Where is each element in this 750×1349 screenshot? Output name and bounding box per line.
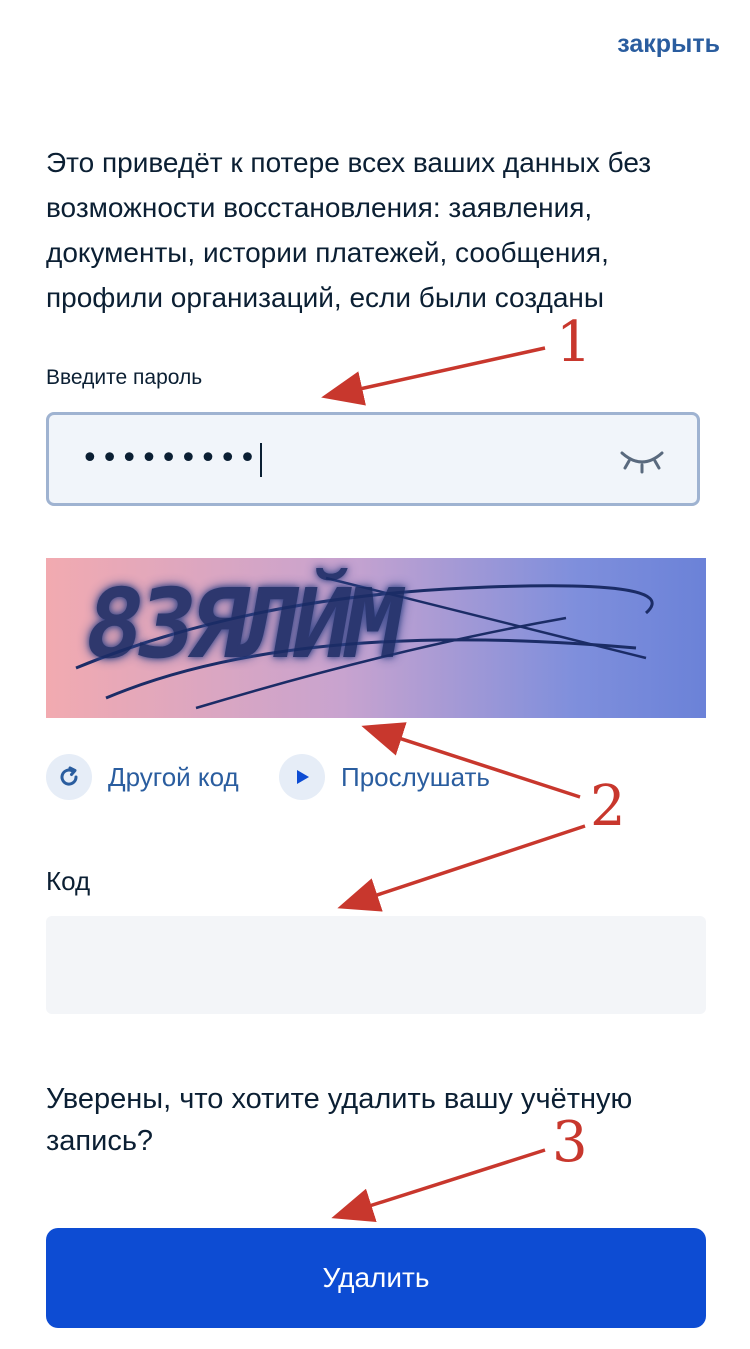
delete-account-button[interactable]: Удалить bbox=[46, 1228, 706, 1328]
password-field[interactable]: ••••••••• bbox=[46, 412, 700, 506]
close-link[interactable]: закрыть bbox=[617, 30, 720, 59]
eye-closed-icon[interactable] bbox=[619, 445, 665, 475]
refresh-captcha-button[interactable]: Другой код bbox=[46, 753, 239, 801]
annotation-number-1: 1 bbox=[556, 310, 592, 375]
warning-text: Это приведёт к потере всех ваших данных … bbox=[46, 147, 652, 313]
play-icon bbox=[279, 754, 325, 800]
refresh-icon bbox=[46, 754, 92, 800]
password-value: ••••••••• bbox=[81, 441, 263, 477]
captcha-text: 8ЗЯЛЙМ bbox=[76, 568, 407, 680]
code-input[interactable] bbox=[46, 916, 706, 1014]
listen-captcha-button[interactable]: Прослушать bbox=[279, 753, 490, 801]
confirm-question: Уверены, что хотите удалить вашу учётную… bbox=[46, 1083, 633, 1157]
listen-captcha-label: Прослушать bbox=[341, 761, 490, 792]
text-caret bbox=[260, 442, 263, 477]
annotation-number-3: 3 bbox=[552, 1110, 588, 1175]
code-label: Код bbox=[46, 866, 91, 896]
refresh-captcha-label: Другой код bbox=[108, 761, 239, 792]
password-label: Введите пароль bbox=[46, 366, 203, 389]
annotation-number-2: 2 bbox=[590, 774, 626, 839]
captcha-image: 8ЗЯЛЙМ bbox=[46, 558, 706, 718]
